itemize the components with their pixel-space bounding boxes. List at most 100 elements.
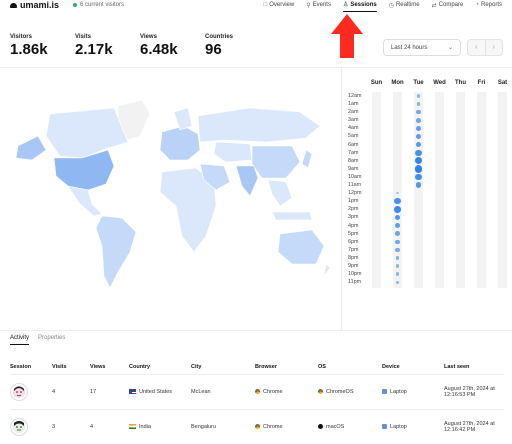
nav-overview[interactable]: □ Overview: [264, 1, 295, 12]
nav-compare[interactable]: ⇄ Compare: [432, 1, 464, 12]
avatar[interactable]: [10, 417, 28, 436]
col-country: Country: [129, 364, 151, 370]
avatar-face-icon: [13, 420, 25, 433]
session-device: Laptop: [382, 408, 444, 444]
session-browser: Chrome: [255, 373, 318, 409]
heatmap-cell[interactable]: [416, 117, 421, 123]
map-alaska: [15, 135, 47, 161]
map-japan: [301, 149, 313, 169]
world-map[interactable]: [10, 86, 332, 299]
col-session: Session: [10, 364, 32, 370]
col-device: Device: [382, 364, 400, 370]
heatmap-cell[interactable]: [415, 173, 422, 181]
heatmap-column-mon: [387, 92, 408, 288]
heatmap-hour-label: 7am: [348, 149, 359, 156]
map-southeast-asia: [267, 179, 293, 207]
heatmap-hour-label: 12am: [348, 93, 362, 99]
session-browser: Chrome: [255, 408, 318, 444]
main-nav: □ Overview ⚲ Events ♙ Sessions ◷ Realtime ⇄ C…: [264, 1, 502, 12]
app-logo[interactable]: umami.is: [10, 0, 59, 10]
col-city: City: [191, 364, 202, 370]
map-new-zealand: [323, 263, 331, 277]
metric-countries: Countries 96: [205, 34, 234, 58]
map-australia: [277, 229, 325, 265]
nav-events[interactable]: ⚲ Events: [306, 1, 331, 12]
weekly-heatmap: Sun Mon Tue Wed Thu Fri Sat 12am 1am 2am 3am 4am 5a…: [342, 72, 512, 292]
heatmap-column-thu: [450, 92, 471, 288]
heatmap-hour-label: 5pm: [348, 230, 359, 237]
nav-sessions[interactable]: ♙ Sessions: [342, 1, 377, 12]
avatar[interactable]: [10, 382, 28, 401]
apple-icon: [318, 423, 323, 429]
nav-reports[interactable]: ◔ Reports: [475, 1, 502, 12]
map-mexico: [67, 185, 103, 217]
heatmap-column-fri: [471, 92, 492, 288]
reports-icon: ◔: [475, 2, 479, 8]
heatmap-hour-label: 9pm: [348, 262, 359, 269]
date-range-value: Last 24 hours: [391, 44, 428, 51]
heatmap-day-sat: Sat: [497, 80, 508, 86]
session-visits: 3: [52, 408, 90, 444]
session-last-seen: August 27th, 2024 at 12:16:53 PM: [444, 373, 504, 409]
col-os: OS: [318, 364, 326, 370]
nav-realtime[interactable]: ◷ Realtime: [389, 1, 420, 12]
col-browser: Browser: [255, 364, 278, 370]
heatmap-column-bg: [372, 92, 381, 288]
heatmap-hour-label: 10pm: [348, 271, 362, 278]
heatmap-hour-label: 4pm: [348, 222, 359, 229]
map-india: [235, 165, 259, 197]
heatmap-cell[interactable]: [394, 206, 401, 213]
table-row[interactable]: 3 4 India Bengaluru Chrome macOS Laptop …: [10, 408, 504, 444]
session-os: macOS: [318, 408, 382, 444]
session-views: 4: [90, 408, 129, 444]
heatmap-cell[interactable]: [395, 247, 400, 253]
col-last-seen: Last seen: [444, 364, 470, 370]
heatmap-column-bg: [456, 92, 465, 288]
heatmap-hour-label: 1pm: [348, 198, 359, 205]
range-pager: ‹ ›: [467, 39, 503, 56]
heatmap-cell[interactable]: [415, 149, 422, 156]
metric-visitors: Visitors 1.86k: [10, 34, 48, 58]
map-china: [251, 145, 301, 179]
tab-activity[interactable]: Activity: [10, 335, 30, 345]
heatmap-hour-label: 7pm: [348, 246, 359, 253]
heatmap-day-wed: Wed: [433, 80, 446, 86]
col-visits: Visits: [52, 364, 67, 370]
heatmap-hour-label: 4am: [348, 125, 359, 132]
session-visits: 4: [52, 373, 90, 409]
heatmap-hour-label: 5am: [348, 133, 359, 140]
current-visitors-label: 6 current visitors: [80, 2, 125, 8]
heatmap-cell[interactable]: [395, 231, 400, 237]
heatmap-hour-label: 1am: [348, 101, 359, 108]
laptop-icon: [382, 388, 387, 394]
table-row[interactable]: 4 17 United States McLean Chrome ChromeO…: [10, 373, 504, 409]
heatmap-hour-label: 11am: [348, 182, 362, 189]
map-europe: [159, 125, 201, 161]
metrics-bar: Visitors 1.86k Visits 2.17k Views 6.48k Cou…: [10, 34, 270, 58]
tab-properties[interactable]: Properties: [38, 335, 65, 345]
map-south-america: [95, 215, 137, 289]
heatmap-column-wed: [429, 92, 450, 288]
session-last-seen: August 27th, 2024 at 12:16:42 PM: [444, 408, 504, 444]
heatmap-hour-label: 3am: [348, 117, 359, 124]
heatmap-cell[interactable]: [414, 165, 423, 173]
detail-tabs: Activity Properties: [10, 335, 65, 345]
prev-range-button[interactable]: ‹: [468, 40, 486, 55]
overview-icon: □: [263, 2, 268, 8]
heatmap-column-bg: [498, 92, 507, 288]
heatmap-cell[interactable]: [395, 239, 400, 245]
map-central-asia: [213, 141, 253, 163]
heatmap-cell[interactable]: [394, 198, 401, 205]
next-range-button[interactable]: ›: [486, 40, 503, 55]
chevron-down-icon: ⌄: [447, 45, 453, 51]
compare-icon: ⇄: [431, 2, 437, 9]
heatmap-day-tue: Tue: [413, 80, 424, 86]
avatar-face-icon: [13, 385, 25, 398]
heatmap-day-mon: Mon: [391, 80, 404, 86]
divider: [0, 67, 512, 68]
heatmap-hour-label: 11pm: [348, 279, 362, 286]
date-range-select[interactable]: Last 24 hours ⌄: [383, 39, 461, 56]
laptop-icon: [382, 423, 387, 429]
metric-views: Views 6.48k: [140, 34, 178, 58]
map-russia: [197, 107, 321, 143]
